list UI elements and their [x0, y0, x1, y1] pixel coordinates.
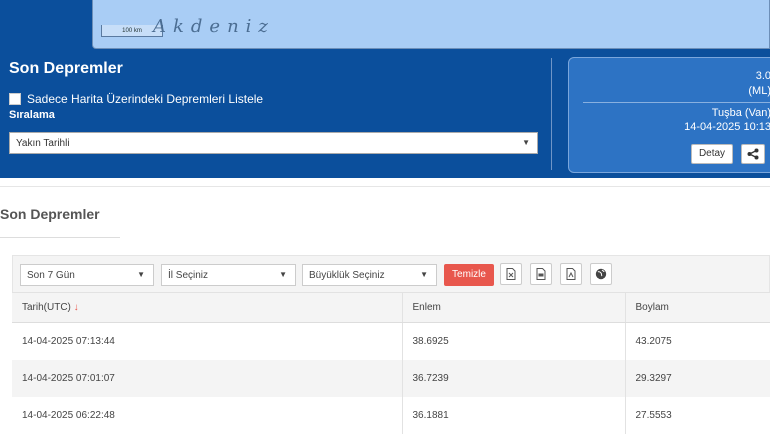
export-csv-button[interactable]: [530, 263, 552, 285]
detail-button[interactable]: Detay: [691, 144, 733, 164]
filter-bar: Son 7 Gün ▼ İl Seçiniz ▼ Büyüklük Seçini…: [12, 255, 770, 293]
quake-magnitude: 3.0: [755, 70, 770, 82]
quake-magnitude-type: (ML): [748, 85, 770, 97]
map-view[interactable]: 100 km Akdeniz: [92, 0, 770, 49]
sort-select-value: Yakın Tarihli: [16, 138, 70, 149]
sort-down-arrow-icon: ↓: [73, 302, 79, 313]
table-row[interactable]: 14-04-2025 07:13:44 38.6925 43.2075: [12, 322, 770, 360]
sort-label: Sıralama: [9, 109, 55, 121]
quake-datetime: 14-04-2025 10:13: [684, 121, 770, 133]
chevron-down-icon: ▼: [420, 270, 428, 279]
province-select[interactable]: İl Seçiniz ▼: [161, 264, 296, 286]
earthquake-table: Tarih(UTC) ↓ Enlem Boylam 14-04-2025 07:…: [12, 292, 770, 434]
cell-longitude: 43.2075: [625, 322, 770, 360]
map-area[interactable]: 100 km Akdeniz: [0, 0, 770, 52]
cell-date: 14-04-2025 06:22:48: [12, 396, 403, 434]
chevron-down-icon: ▼: [279, 270, 287, 279]
table-row[interactable]: 14-04-2025 07:01:07 36.7239 29.3297: [12, 359, 770, 397]
table-header-row: Tarih(UTC) ↓ Enlem Boylam: [12, 292, 770, 323]
cell-latitude: 36.1881: [402, 396, 626, 434]
section-separator: [0, 186, 770, 187]
province-select-value: İl Seçiniz: [168, 270, 209, 281]
map-sea-label: Akdeniz: [153, 16, 275, 37]
chevron-down-icon: ▼: [522, 138, 530, 147]
column-header-date[interactable]: Tarih(UTC) ↓: [12, 292, 403, 323]
cell-longitude: 29.3297: [625, 359, 770, 397]
days-select-value: Son 7 Gün: [27, 270, 75, 281]
recent-quakes-panel: Son Depremler Sadece Harita Üzerindeki D…: [0, 52, 770, 178]
column-header-longitude[interactable]: Boylam: [625, 292, 770, 323]
cell-latitude: 36.7239: [402, 359, 626, 397]
magnitude-select-value: Büyüklük Seçiniz: [309, 270, 385, 281]
column-header-latitude[interactable]: Enlem: [402, 292, 626, 323]
quake-location: Tuşba (Van): [711, 107, 770, 119]
cell-date: 14-04-2025 07:13:44: [12, 322, 403, 360]
export-kml-button[interactable]: [590, 263, 612, 285]
card-divider: [583, 102, 770, 103]
export-excel-button[interactable]: [500, 263, 522, 285]
share-icon: [747, 148, 759, 160]
map-filter-checkbox-label[interactable]: Sadece Harita Üzerindeki Depremleri List…: [27, 92, 263, 106]
excel-icon: [506, 268, 516, 280]
table-row[interactable]: 14-04-2025 06:22:48 36.1881 27.5553: [12, 396, 770, 434]
panel-title: Son Depremler: [9, 60, 123, 77]
csv-icon: [536, 268, 546, 280]
cell-date: 14-04-2025 07:01:07: [12, 359, 403, 397]
latest-quake-card: 3.0 (ML) Tuşba (Van) 14-04-2025 10:13 De…: [568, 57, 770, 173]
export-pdf-button[interactable]: [560, 263, 582, 285]
magnitude-select[interactable]: Büyüklük Seçiniz ▼: [302, 264, 437, 286]
clear-filters-button[interactable]: Temizle: [444, 264, 494, 286]
chevron-down-icon: ▼: [137, 270, 145, 279]
panel-divider: [551, 58, 552, 170]
cell-longitude: 27.5553: [625, 396, 770, 434]
days-select[interactable]: Son 7 Gün ▼: [20, 264, 154, 286]
share-button[interactable]: [741, 144, 765, 164]
column-header-date-label: Tarih(UTC): [22, 302, 71, 313]
kml-globe-icon: [595, 268, 607, 280]
map-filter-checkbox[interactable]: [9, 93, 21, 105]
cell-latitude: 38.6925: [402, 322, 626, 360]
sort-select[interactable]: Yakın Tarihli ▼: [9, 132, 538, 154]
pdf-icon: [566, 268, 576, 280]
section-title: Son Depremler: [0, 206, 100, 222]
map-filter-checkbox-row[interactable]: Sadece Harita Üzerindeki Depremleri List…: [9, 92, 263, 106]
section-title-underline: [0, 237, 120, 238]
